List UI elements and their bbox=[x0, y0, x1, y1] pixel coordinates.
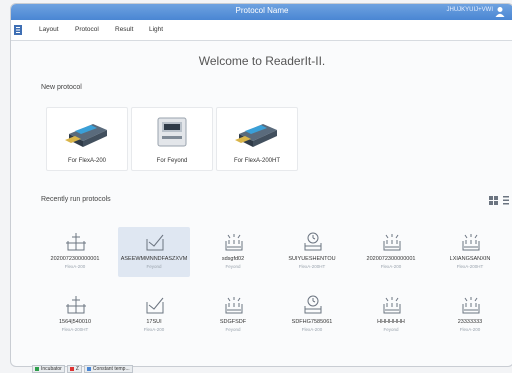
menu-light[interactable]: Light bbox=[149, 26, 163, 33]
taskbar-label: Z bbox=[75, 366, 79, 372]
protocol-device: FlexA-200 bbox=[380, 264, 402, 269]
protocol-name: 23333333 bbox=[457, 319, 483, 325]
menu-bar: Layout Protocol Result Light bbox=[11, 20, 512, 41]
protocol-device: FlexA-200 bbox=[143, 327, 165, 332]
plate-reader-icon bbox=[65, 124, 107, 147]
recent-protocol-tile[interactable]: HHHHHHH Feyond bbox=[355, 290, 427, 340]
protocol-device: FlexA-200 bbox=[459, 327, 481, 332]
wells-plate-icon bbox=[383, 234, 401, 251]
taskbar-item[interactable]: Incubator bbox=[32, 365, 65, 373]
new-protocol-card-flexa200[interactable]: For FlexA-200 bbox=[46, 107, 128, 171]
protocol-device: FlexA-200 bbox=[64, 264, 86, 269]
grid-view-icon[interactable] bbox=[489, 196, 498, 205]
wells-plate-icon bbox=[225, 234, 243, 251]
protocol-name: SDFHG7585061 bbox=[291, 319, 333, 325]
protocol-device: FlexA-200HT bbox=[298, 264, 326, 269]
list-view-icon[interactable] bbox=[503, 196, 509, 205]
taskbar-label: Incubator bbox=[41, 366, 62, 372]
new-protocol-card-flexa200ht[interactable]: For FlexA-200HT bbox=[216, 107, 298, 171]
new-protocol-title: New protocol bbox=[41, 84, 82, 91]
app-window: Protocol Name JHUJKYUIJ+VWI Layout Proto… bbox=[10, 3, 512, 367]
recent-protocol-tile[interactable]: 2020072300000001 FlexA-200 bbox=[355, 227, 427, 277]
protocol-name: 17SUI bbox=[146, 319, 162, 325]
menu-protocol[interactable]: Protocol bbox=[75, 26, 99, 33]
wells-plate-icon bbox=[225, 297, 243, 314]
clock-plate-icon bbox=[304, 295, 322, 314]
checkmark-plate-icon bbox=[146, 297, 164, 314]
menu-layout[interactable]: Layout bbox=[39, 26, 59, 33]
recent-protocol-tile[interactable]: SDGFSDF Feyond bbox=[197, 290, 269, 340]
protocol-name: SUIYUESHENTOU bbox=[288, 256, 336, 262]
window-title: Protocol Name bbox=[235, 6, 289, 15]
taskbar-label: Constant temp... bbox=[92, 366, 130, 372]
protocol-name: sdsgfd02 bbox=[221, 256, 245, 262]
protocol-device: FlexA-200 bbox=[301, 327, 323, 332]
protocol-device: Feyond bbox=[225, 327, 241, 332]
protocol-device: FlexA-200HT bbox=[61, 327, 89, 332]
menu-result[interactable]: Result bbox=[115, 26, 133, 33]
clock-plate-icon bbox=[304, 232, 322, 251]
status-icon bbox=[69, 367, 74, 371]
plate-reader-icon bbox=[235, 124, 277, 147]
title-bar: Protocol Name JHUJKYUIJ+VWI bbox=[11, 4, 512, 20]
card-label: For FlexA-200HT bbox=[233, 158, 280, 164]
protocol-device: Feyond bbox=[383, 327, 399, 332]
recent-protocol-tile[interactable]: 2020072300000001 FlexA-200 bbox=[39, 227, 111, 277]
protocol-name: 1564|540010 bbox=[58, 319, 92, 325]
protocol-device: FlexA-200HT bbox=[456, 264, 484, 269]
protocol-name: LXIANGSANXIN bbox=[449, 256, 491, 262]
checkmark-plate-icon bbox=[146, 234, 164, 251]
incubator-icon bbox=[35, 367, 39, 371]
protocol-name: HHHHHHH bbox=[377, 319, 405, 325]
app-menu-icon[interactable] bbox=[14, 25, 22, 35]
protocol-device: Feyond bbox=[225, 264, 241, 269]
recent-protocol-tile[interactable]: SUIYUESHENTOU FlexA-200HT bbox=[276, 227, 348, 277]
taskbar-item[interactable]: Z bbox=[66, 365, 82, 373]
cabinet-reader-icon bbox=[157, 117, 187, 147]
recent-protocol-tile[interactable]: 17SUI FlexA-200 bbox=[118, 290, 190, 340]
taskbar: Incubator Z Constant temp... bbox=[32, 365, 133, 373]
card-label: For Feyond bbox=[156, 158, 188, 164]
welcome-heading: Welcome to ReaderIt-II. bbox=[198, 54, 326, 68]
taskbar-item[interactable]: Constant temp... bbox=[83, 365, 133, 373]
protocol-name: 2020072300000001 bbox=[50, 256, 100, 262]
recent-protocol-tile[interactable]: ASEEWMMNNDFASZXVM Feyond bbox=[118, 227, 190, 277]
recent-protocol-tile[interactable]: sdsgfd02 Feyond bbox=[197, 227, 269, 277]
protocol-name: 2020072300000001 bbox=[366, 256, 416, 262]
user-name: JHUJKYUIJ+VWI bbox=[446, 7, 493, 13]
recent-protocol-tile[interactable]: LXIANGSANXIN FlexA-200HT bbox=[434, 227, 506, 277]
new-protocol-card-feyond[interactable]: For Feyond bbox=[131, 107, 213, 171]
recent-protocol-tile[interactable]: 23333333 FlexA-200 bbox=[434, 290, 506, 340]
wells-plate-icon bbox=[383, 297, 401, 314]
protocol-name: SDGFSDF bbox=[219, 319, 247, 325]
recent-protocol-tile[interactable]: 1564|540010 FlexA-200HT bbox=[39, 290, 111, 340]
protocol-device: Feyond bbox=[146, 264, 162, 269]
crosshair-plate-icon bbox=[66, 296, 86, 314]
thermometer-icon bbox=[86, 367, 91, 371]
recent-protocols-title: Recently run protocols bbox=[41, 196, 111, 203]
recent-protocol-tile[interactable]: SDFHG7585061 FlexA-200 bbox=[276, 290, 348, 340]
protocol-name: ASEEWMMNNDFASZXVM bbox=[120, 256, 188, 262]
crosshair-plate-icon bbox=[66, 233, 86, 251]
wells-plate-icon bbox=[462, 234, 480, 251]
wells-plate-icon bbox=[462, 297, 480, 314]
card-label: For FlexA-200 bbox=[67, 158, 106, 164]
user-icon[interactable] bbox=[495, 6, 505, 17]
